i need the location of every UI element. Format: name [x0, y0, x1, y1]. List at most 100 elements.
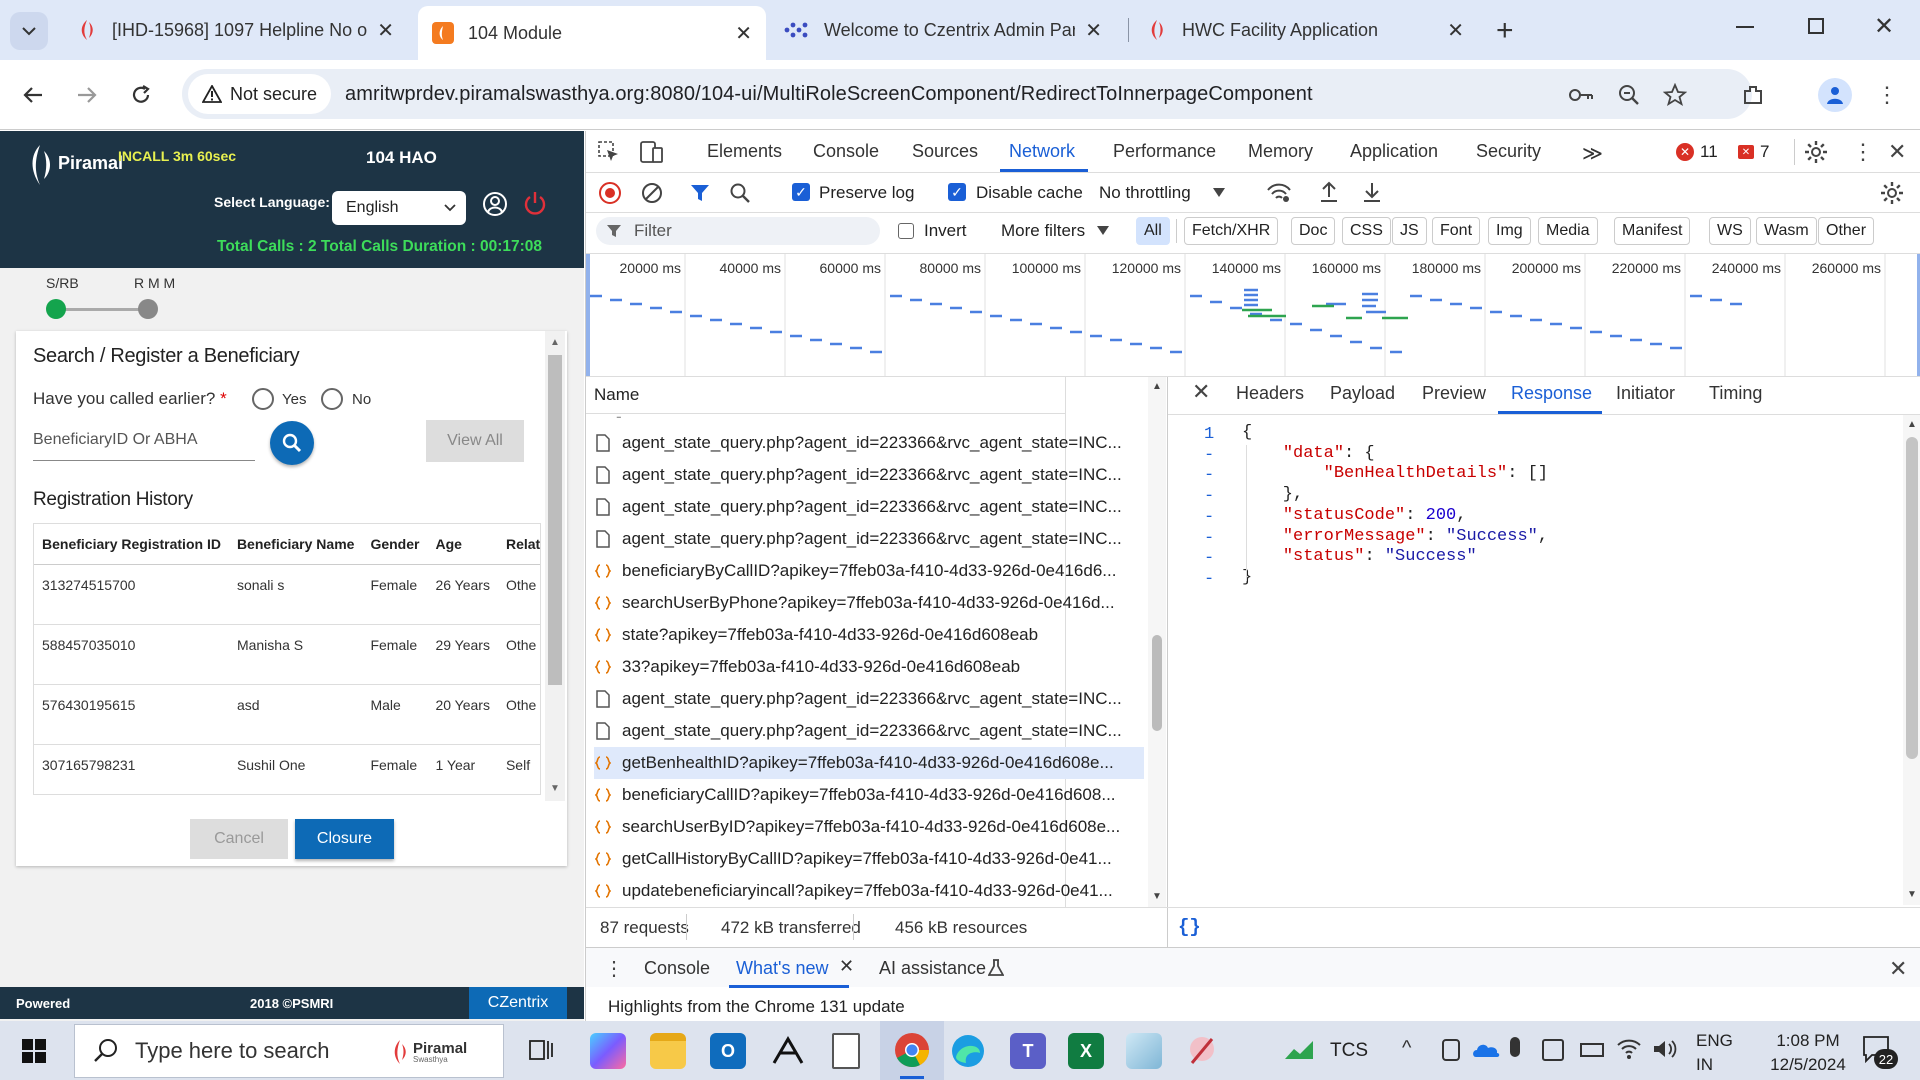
- clear-icon[interactable]: [641, 182, 663, 204]
- response-viewer[interactable]: 1 {- "data": {- "BenHealthDetails": [] - }…: [1168, 415, 1903, 905]
- table-row[interactable]: 576430195615 asd Male 20 Years Othe: [34, 684, 540, 745]
- profile-avatar-icon[interactable]: [1818, 78, 1852, 112]
- preserve-log-checkbox[interactable]: ✓: [792, 183, 810, 201]
- name-column-header[interactable]: Name: [594, 385, 639, 405]
- drawer-tab-whats-new[interactable]: What's new: [736, 958, 828, 979]
- scrollbar-thumb[interactable]: [1152, 635, 1162, 731]
- display-icon[interactable]: [1542, 1039, 1564, 1061]
- chrome-taskbar-active[interactable]: [880, 1021, 944, 1080]
- power-logout-icon[interactable]: [522, 190, 548, 218]
- detail-tab-initiator[interactable]: Initiator: [1616, 383, 1675, 404]
- filter-chip-js[interactable]: JS: [1392, 217, 1427, 245]
- close-devtools-icon[interactable]: ✕: [1888, 139, 1906, 165]
- battery-icon[interactable]: [1580, 1043, 1604, 1057]
- scroll-down-icon[interactable]: ▼: [1152, 891, 1162, 902]
- filter-chip-css[interactable]: CSS: [1342, 217, 1391, 245]
- chevron-up-icon[interactable]: ^: [1402, 1037, 1411, 1060]
- filter-chip-other[interactable]: Other: [1818, 217, 1875, 245]
- windows-start-icon[interactable]: [22, 1039, 46, 1063]
- filter-input[interactable]: Filter: [596, 217, 880, 245]
- response-gutter-marker[interactable]: 1: [1204, 425, 1214, 444]
- scroll-up-icon[interactable]: ▲: [550, 337, 560, 348]
- url-text[interactable]: amritwprdev.piramalswasthya.org:8080/104…: [345, 83, 1313, 106]
- devtools-menu-icon[interactable]: ⋮: [1852, 139, 1874, 165]
- request-row[interactable]: state?apikey=7ffeb03a-f410-4d33-926d-0e4…: [594, 619, 1144, 651]
- request-list-scrollbar[interactable]: ▲ ▼: [1148, 377, 1166, 907]
- invert-checkbox[interactable]: [898, 223, 914, 239]
- user-profile-icon[interactable]: [482, 191, 508, 217]
- request-row[interactable]: searchUserByPhone?apikey=7ffeb03a-f410-4…: [594, 587, 1144, 619]
- response-gutter-marker[interactable]: -: [1204, 549, 1214, 568]
- task-view-icon[interactable]: [528, 1037, 554, 1063]
- drawer-menu-icon[interactable]: ⋮: [604, 956, 624, 981]
- scrollbar-thumb[interactable]: [548, 355, 562, 685]
- column-header[interactable]: Relat: [497, 524, 540, 565]
- more-filters-button[interactable]: More filters: [1001, 221, 1110, 241]
- filter-funnel-icon[interactable]: [690, 183, 710, 203]
- close-drawer-icon[interactable]: ✕: [1889, 956, 1907, 982]
- tab-ihd-15968[interactable]: [IHD-15968] 1097 Helpline No o ✕: [62, 8, 408, 52]
- taskbar-search-input[interactable]: Type here to search Piramal Swasthya: [74, 1024, 504, 1078]
- restore-button[interactable]: [1808, 18, 1824, 34]
- tab-104-module[interactable]: 104 Module ✕: [418, 6, 766, 60]
- network-conditions-icon[interactable]: [1266, 182, 1292, 204]
- scroll-up-icon[interactable]: ▲: [1152, 381, 1162, 392]
- table-row[interactable]: 313274515700 sonali s Female 26 Years Othe: [34, 564, 540, 625]
- request-row[interactable]: updatebeneficiaryincall?apikey=7ffeb03a-…: [594, 875, 1144, 907]
- response-gutter-marker[interactable]: -: [1204, 508, 1214, 527]
- devtools-tab-elements[interactable]: Elements: [707, 141, 782, 162]
- password-key-icon[interactable]: [1566, 80, 1596, 110]
- drawer-tab-ai-assistance[interactable]: AI assistance: [879, 958, 986, 979]
- input-language[interactable]: ENG IN: [1696, 1029, 1733, 1077]
- stop-recording-icon[interactable]: [599, 182, 621, 204]
- request-row[interactable]: searchUserByID?apikey=7ffeb03a-f410-4d33…: [594, 811, 1144, 843]
- close-icon[interactable]: ✕: [735, 21, 752, 46]
- tab-czentrix-admin[interactable]: Welcome to Czentrix Admin Par ✕: [770, 8, 1116, 52]
- response-gutter-marker[interactable]: -: [1204, 570, 1214, 589]
- file-explorer-icon[interactable]: [650, 1033, 686, 1069]
- phone-link-icon[interactable]: [1442, 1039, 1460, 1061]
- volume-icon[interactable]: [1652, 1038, 1678, 1060]
- export-har-icon[interactable]: [1362, 181, 1382, 203]
- search-highlight-piramal[interactable]: Piramal Swasthya: [391, 1033, 489, 1071]
- request-row[interactable]: agent_state_query.php?agent_id=223366&rv…: [594, 427, 1144, 459]
- bookmark-star-icon[interactable]: [1660, 80, 1690, 110]
- devtools-tab-memory[interactable]: Memory: [1248, 141, 1313, 162]
- request-row[interactable]: beneficiaryCallID?apikey=7ffeb03a-f410-4…: [594, 779, 1144, 811]
- filter-chip-ws[interactable]: WS: [1709, 217, 1751, 245]
- settings-gear-icon[interactable]: [1804, 140, 1828, 164]
- zoom-icon[interactable]: [1614, 80, 1644, 110]
- devtools-tab-network[interactable]: Network: [1009, 141, 1075, 162]
- cancel-button[interactable]: Cancel: [190, 819, 288, 859]
- site-info-chip[interactable]: Not secure: [188, 74, 332, 114]
- close-window-button[interactable]: ✕: [1874, 12, 1894, 41]
- filter-chip-font[interactable]: Font: [1432, 217, 1481, 245]
- request-row[interactable]: agent_state_query.php?agent_id=223366&rv…: [594, 523, 1144, 555]
- stock-ticker[interactable]: TCS: [1330, 1040, 1368, 1062]
- error-counter[interactable]: ✕ 11: [1676, 142, 1718, 162]
- tab-search-button[interactable]: [10, 12, 48, 50]
- column-header[interactable]: Gender: [362, 524, 428, 565]
- snipping-tool-icon[interactable]: [770, 1033, 806, 1069]
- close-icon[interactable]: ✕: [1447, 18, 1464, 43]
- close-icon[interactable]: ✕: [839, 956, 854, 977]
- browser-menu-icon[interactable]: ⋮: [1872, 80, 1902, 110]
- request-row[interactable]: agent_state_query.php?agent_id=223366&rv…: [594, 491, 1144, 523]
- filter-chip-wasm[interactable]: Wasm: [1756, 217, 1817, 245]
- filter-chip-all[interactable]: All: [1136, 217, 1170, 245]
- detail-tab-payload[interactable]: Payload: [1330, 383, 1395, 404]
- throttling-select[interactable]: No throttling: [1099, 183, 1225, 203]
- step-dot-active[interactable]: [46, 299, 66, 319]
- response-scrollbar[interactable]: ▲ ▼: [1903, 415, 1920, 905]
- address-bar[interactable]: Not secure amritwprdev.piramalswasthya.o…: [182, 69, 1752, 119]
- teams-icon[interactable]: T: [1010, 1033, 1046, 1069]
- request-row[interactable]: agent_state_query.php?agent_id=223366&rv…: [594, 683, 1144, 715]
- column-header[interactable]: Beneficiary Name: [228, 524, 363, 565]
- beneficiary-search-input[interactable]: BeneficiaryID Or ABHA: [33, 425, 255, 461]
- table-row[interactable]: 307165798231 Sushil One Female 1 Year Self: [34, 744, 540, 794]
- view-all-button[interactable]: View All: [426, 420, 524, 462]
- more-tabs-icon[interactable]: ≫: [1582, 141, 1603, 166]
- scroll-up-icon[interactable]: ▲: [1907, 419, 1917, 430]
- extensions-icon[interactable]: [1738, 80, 1768, 110]
- drawer-tab-console[interactable]: Console: [644, 958, 710, 979]
